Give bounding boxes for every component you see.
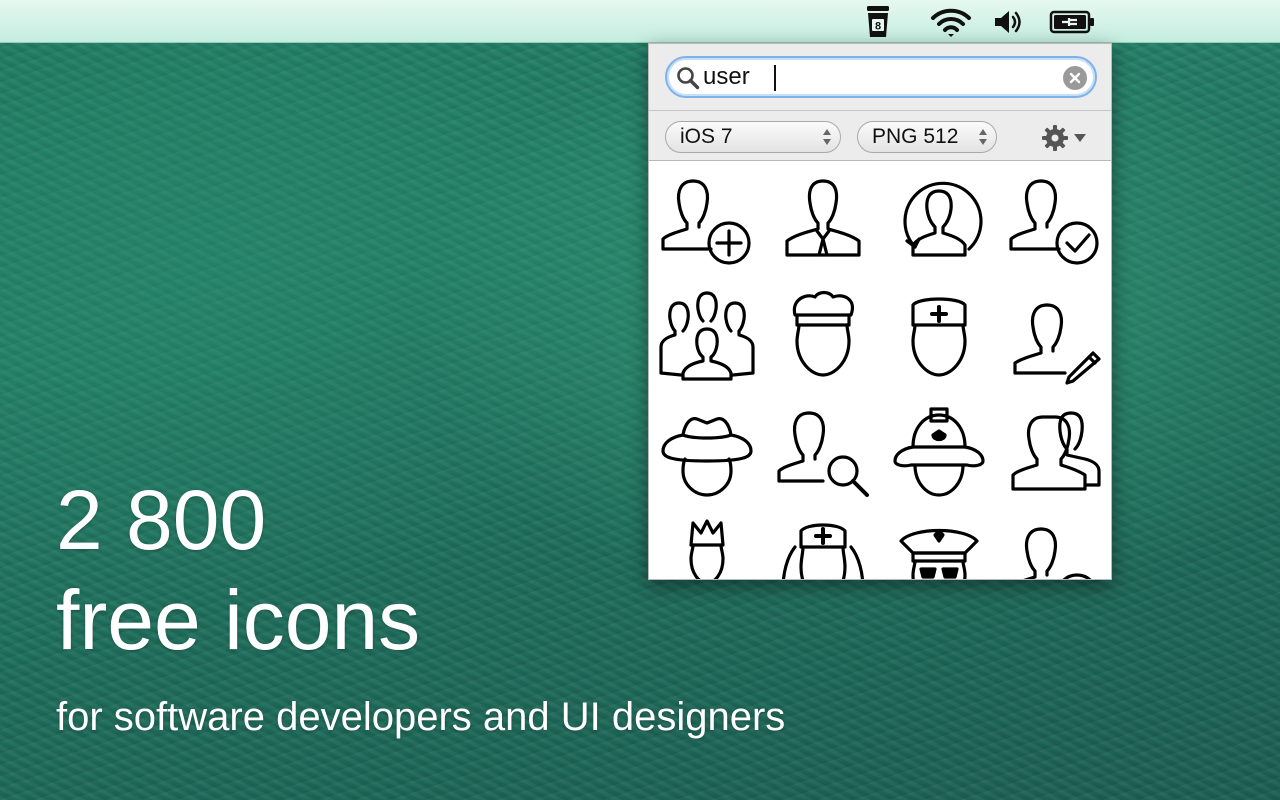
- promo-title: free icons: [56, 573, 421, 667]
- volume-icon[interactable]: [990, 5, 1026, 39]
- group-icon[interactable]: [649, 277, 765, 393]
- chevron-down-icon: [1074, 134, 1086, 142]
- promo-count: 2 800: [56, 473, 267, 567]
- promo-subtitle: for software developers and UI designers: [56, 695, 786, 739]
- menu-bar: 8: [0, 0, 1280, 43]
- cook-icon[interactable]: [765, 277, 881, 393]
- menubar-badge: 8: [875, 21, 881, 33]
- doctor-icon[interactable]: [881, 277, 997, 393]
- updown-arrows-icon: [822, 127, 832, 147]
- wifi-icon[interactable]: [928, 5, 974, 39]
- detective-icon[interactable]: [649, 393, 765, 509]
- iconic-app-cup-icon[interactable]: 8: [860, 5, 896, 39]
- nurse-icon[interactable]: [765, 509, 881, 579]
- clear-search-button[interactable]: [1063, 66, 1087, 90]
- search-icon: [676, 66, 700, 95]
- text-caret: [774, 65, 776, 91]
- desktop-wallpaper: 8 user iOS 7 PNG 512 2 800 free icons fo…: [0, 0, 1280, 800]
- find-user-icon[interactable]: [765, 393, 881, 509]
- user-partial-icon[interactable]: [997, 509, 1111, 579]
- policeman-icon[interactable]: [881, 509, 997, 579]
- edit-user-icon[interactable]: [997, 277, 1111, 393]
- updown-arrows-icon: [978, 127, 988, 147]
- gear-icon: [1042, 125, 1068, 151]
- search-input[interactable]: [703, 62, 1053, 92]
- icon-results-grid: [649, 161, 1111, 579]
- platform-select-value: iOS 7: [680, 125, 733, 148]
- battery-charging-icon[interactable]: [1048, 5, 1098, 39]
- search-field[interactable]: [665, 56, 1097, 98]
- king-icon[interactable]: [649, 509, 765, 579]
- checked-user-icon[interactable]: [997, 161, 1111, 277]
- change-user-icon[interactable]: [881, 161, 997, 277]
- close-icon: [1069, 72, 1081, 84]
- icon-search-popover: iOS 7 PNG 512: [648, 43, 1112, 580]
- format-select-value: PNG 512: [872, 125, 959, 148]
- settings-menu-button[interactable]: [1041, 124, 1087, 152]
- divider: [649, 110, 1111, 111]
- firefighter-icon[interactable]: [881, 393, 997, 509]
- format-select[interactable]: PNG 512: [857, 121, 997, 153]
- businessman-icon[interactable]: [765, 161, 881, 277]
- platform-select[interactable]: iOS 7: [665, 121, 841, 153]
- add-user-icon[interactable]: [649, 161, 765, 277]
- two-users-icon[interactable]: [997, 393, 1111, 509]
